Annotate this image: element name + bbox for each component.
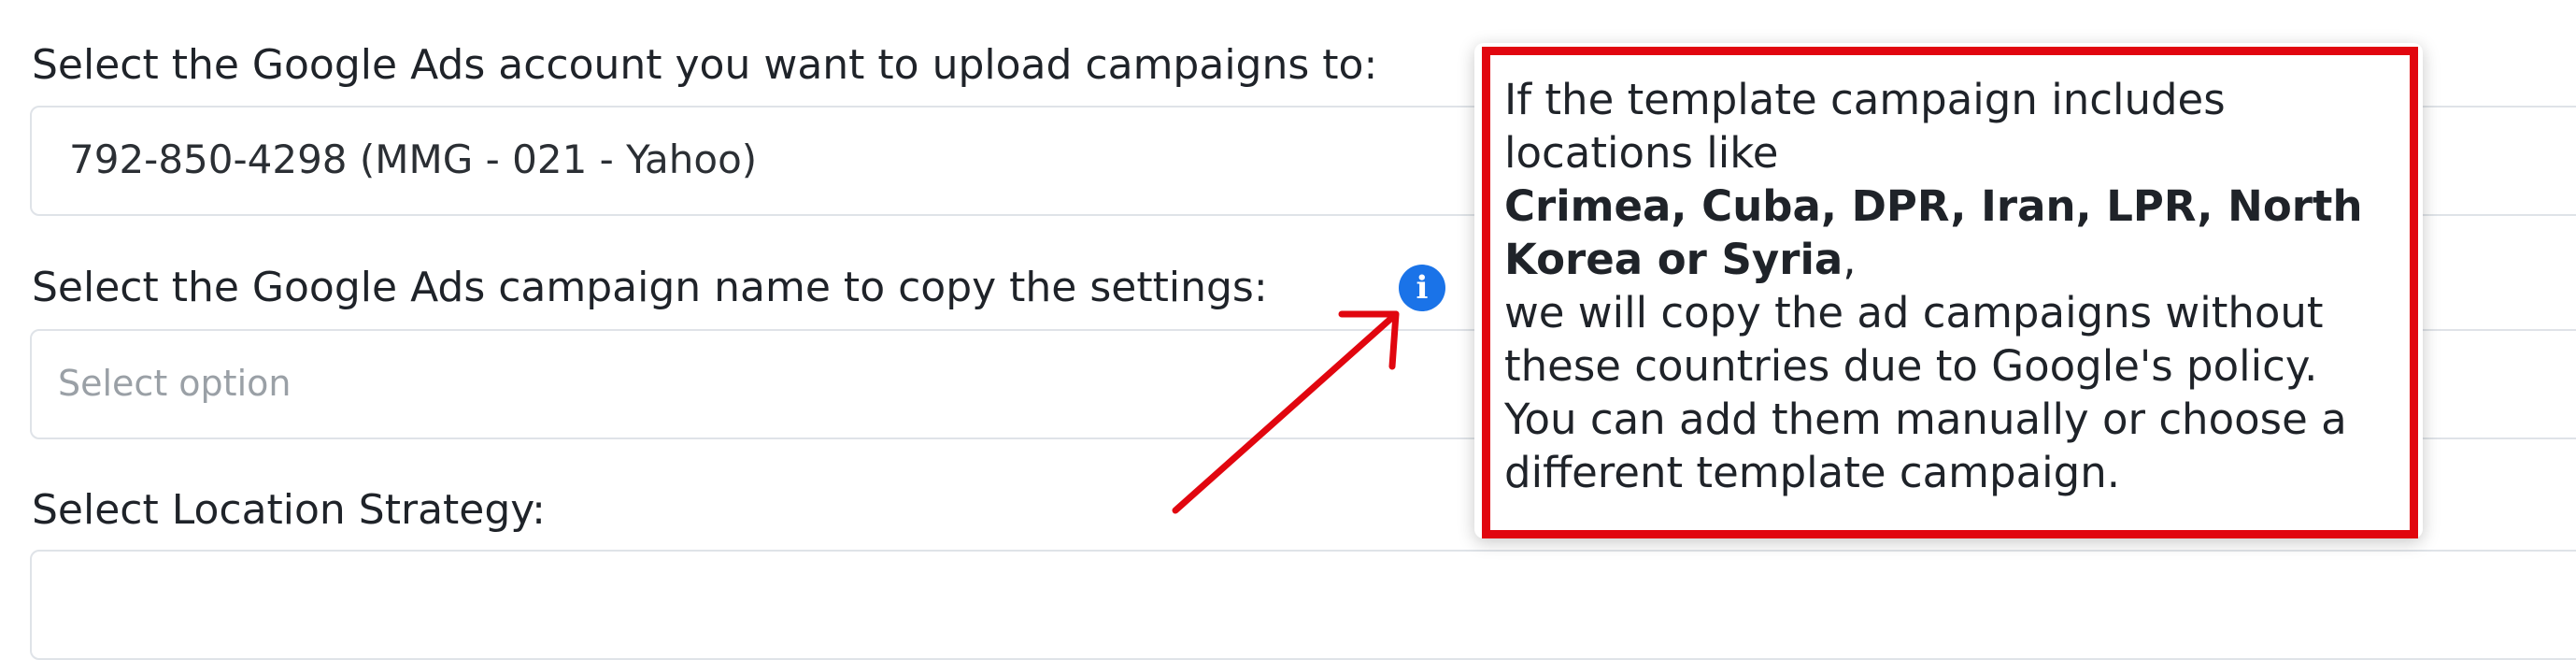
location-strategy-label: Select Location Strategy: <box>32 486 546 534</box>
info-circle-icon[interactable]: i <box>1399 265 1445 311</box>
tooltip-countries-suffix: , <box>1843 235 1857 284</box>
account-select-label: Select the Google Ads account you want t… <box>32 41 1378 89</box>
tooltip-intro: If the template campaign includes locati… <box>1504 75 2226 178</box>
account-select-value: 792-850-4298 (MMG - 021 - Yahoo) <box>69 136 758 182</box>
location-strategy-select[interactable] <box>30 550 2576 660</box>
campaign-select-label: Select the Google Ads campaign name to c… <box>32 264 1268 311</box>
tooltip-content: If the template campaign includes locati… <box>1504 73 2401 499</box>
tooltip-countries-line: Crimea, Cuba, DPR, Iran, LPR, North Kore… <box>1504 179 2401 286</box>
tooltip-countries: Crimea, Cuba, DPR, Iran, LPR, North Kore… <box>1504 181 2363 284</box>
campaign-select-placeholder: Select option <box>58 363 292 404</box>
tooltip-body: we will copy the ad campaigns without th… <box>1504 288 2347 497</box>
